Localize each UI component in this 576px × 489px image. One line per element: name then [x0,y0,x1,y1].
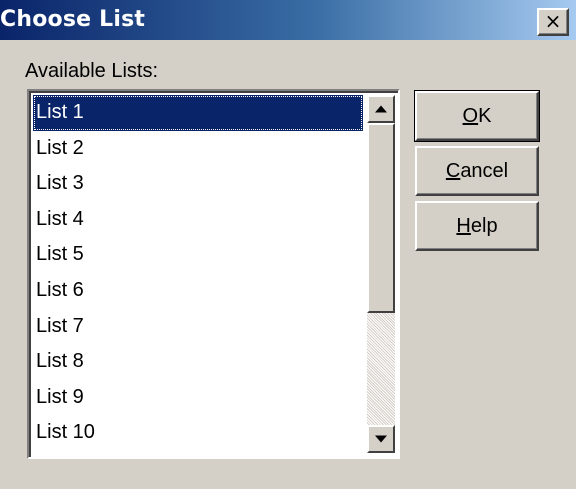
list-item[interactable]: List 2 [33,131,363,167]
arrow-down-icon [375,435,387,443]
vertical-scrollbar[interactable] [367,95,395,453]
arrow-up-icon [375,105,387,113]
ok-button[interactable]: OK [414,90,540,142]
choose-list-dialog: Choose List × Available Lists: List 1 Lis… [0,0,576,489]
help-mnemonic: H [456,215,471,237]
available-lists-listbox[interactable]: List 1 List 2 List 3 List 4 List 5 List 6 List… [27,89,400,459]
close-icon: × [544,9,562,33]
list-item[interactable]: List 6 [33,273,363,309]
list-item[interactable]: List 5 [33,237,363,273]
help-label-rest: elp [470,215,498,237]
title-bar[interactable]: Choose List × [0,0,576,40]
list-item[interactable]: List 4 [33,202,363,238]
scroll-thumb[interactable] [367,123,395,313]
help-button[interactable]: Help [415,201,539,251]
close-button[interactable]: × [537,8,569,36]
scroll-down-button[interactable] [367,425,395,453]
list-item[interactable]: List 1 [33,95,363,131]
list-item[interactable]: List 8 [33,344,363,380]
ok-mnemonic: O [462,105,479,127]
cancel-label-rest: ancel [460,160,509,182]
window-title: Choose List [0,7,146,32]
list-items: List 1 List 2 List 3 List 4 List 5 List 6 List… [33,95,363,451]
list-item[interactable]: List 10 [33,415,363,451]
list-item[interactable]: List 7 [33,309,363,345]
scroll-up-button[interactable] [367,95,395,123]
ok-label-rest: K [478,105,492,127]
list-item[interactable]: List 3 [33,166,363,202]
available-lists-label: Available Lists: [25,60,159,82]
cancel-mnemonic: C [445,160,461,182]
cancel-button[interactable]: Cancel [415,146,539,196]
list-item[interactable]: List 9 [33,380,363,416]
